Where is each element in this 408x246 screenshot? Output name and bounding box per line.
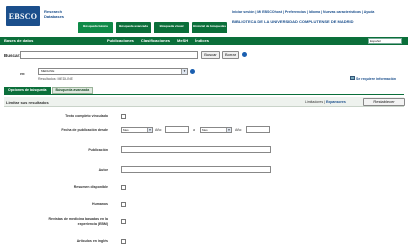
to-year-input[interactable] bbox=[246, 126, 270, 133]
language-select-value: Español bbox=[370, 39, 381, 43]
tab-search-history[interactable]: Historial de búsquedas bbox=[192, 22, 227, 33]
logo-text: EBSCO bbox=[8, 11, 38, 21]
publication-input[interactable] bbox=[121, 146, 271, 153]
field-author: Autor bbox=[4, 166, 404, 175]
database-info: Resultados: MEDLINE bbox=[38, 77, 74, 81]
field-humans: Humanos bbox=[4, 201, 404, 209]
ebsco-logo[interactable]: EBSCO bbox=[6, 6, 40, 26]
field-label: Revistas de medicina basadas en la exper… bbox=[48, 217, 108, 226]
from-year-input[interactable] bbox=[165, 126, 189, 133]
field-ebm: Revistas de medicina basadas en la exper… bbox=[4, 216, 404, 228]
search-subtabs: Opciones de búsqueda Búsqueda avanzada bbox=[4, 87, 94, 94]
reset-button[interactable]: Restablecer bbox=[363, 98, 405, 106]
tab-basic-search[interactable]: Búsqueda básica bbox=[78, 22, 113, 33]
to-month-select[interactable]: Mes ▼ bbox=[200, 127, 232, 133]
tab-advanced-search[interactable]: Búsqueda avanzada bbox=[116, 22, 151, 33]
field-label: Resumen disponible bbox=[73, 185, 108, 189]
field-label: Fecha de publicación desde bbox=[61, 128, 108, 132]
ebm-checkbox[interactable] bbox=[121, 219, 126, 224]
field-full-text: Texto completo vinculado bbox=[4, 113, 404, 121]
field-label: Artículos en inglés bbox=[76, 239, 108, 243]
field-label: Texto completo vinculado bbox=[65, 114, 108, 118]
databases-link[interactable]: Bases de datos bbox=[4, 38, 33, 43]
help-icon[interactable] bbox=[242, 52, 247, 57]
database-help-icon[interactable] bbox=[190, 69, 195, 74]
indexes-link[interactable]: Índices bbox=[195, 38, 209, 43]
mesh-link[interactable]: MeSH bbox=[177, 38, 188, 43]
search-label: Buscar: bbox=[4, 53, 21, 58]
clear-button[interactable]: Borrar bbox=[222, 51, 239, 59]
field-label: Humanos bbox=[92, 202, 108, 206]
field-label: Publicación bbox=[88, 148, 108, 152]
field-publication: Publicación bbox=[4, 146, 404, 155]
search-row: Buscar: Buscar Borrar bbox=[4, 51, 404, 59]
author-input[interactable] bbox=[121, 166, 271, 173]
info-required-link[interactable]: Se requiere información bbox=[356, 77, 396, 81]
from-month-value: Mes bbox=[123, 128, 129, 132]
database-label: en: bbox=[20, 72, 26, 76]
field-english: Artículos en inglés bbox=[4, 238, 404, 246]
folder-icon bbox=[350, 76, 355, 80]
toolbar-links: Publicaciones Clasificaciones MeSH Índic… bbox=[107, 38, 209, 43]
limiters-text: Limitadores | bbox=[305, 100, 325, 104]
secondary-toolbar: Bases de datos Publicaciones Clasificaci… bbox=[0, 37, 408, 45]
expanders-link[interactable]: Expansores bbox=[326, 100, 346, 104]
language-select[interactable]: Español bbox=[368, 38, 402, 44]
tab-divider bbox=[4, 94, 404, 95]
publications-link[interactable]: Publicaciones bbox=[107, 38, 134, 43]
search-button[interactable]: Buscar bbox=[201, 51, 220, 59]
chevron-down-icon: ▼ bbox=[147, 128, 152, 132]
from-year-label: Año: bbox=[155, 128, 163, 132]
from-month-select[interactable]: Mes ▼ bbox=[121, 127, 153, 133]
field-pub-date: Fecha de publicación desde Mes ▼ Año: a … bbox=[4, 126, 404, 135]
to-label: a bbox=[193, 128, 195, 132]
full-text-checkbox[interactable] bbox=[121, 114, 126, 119]
field-label: Autor bbox=[98, 168, 108, 172]
field-abstract: Resumen disponible bbox=[4, 184, 404, 192]
limiters-title: Limitar sus resultados bbox=[6, 100, 49, 105]
tab-visual-search[interactable]: Búsqueda visual bbox=[154, 22, 189, 33]
chevron-down-icon: ▼ bbox=[226, 128, 231, 132]
limiters-nav: Limitadores | Expansores bbox=[305, 100, 346, 104]
institution-name: BIBLIOTECA DE LA UNIVERSIDAD COMPLUTENSE… bbox=[232, 19, 354, 24]
limiters-header: Limitar sus resultados Limitadores | Exp… bbox=[4, 97, 405, 107]
database-select[interactable]: MEDLINE ▼ bbox=[38, 68, 188, 75]
app-header: EBSCO Research Databases Búsqueda básica… bbox=[0, 0, 408, 36]
main-nav-tabs: Búsqueda básica Búsqueda avanzada Búsque… bbox=[78, 22, 227, 33]
top-links[interactable]: Iniciar sesión | Mi EBSCOhost | Preferen… bbox=[232, 10, 374, 14]
chevron-down-icon: ▼ bbox=[181, 69, 187, 74]
abstract-checkbox[interactable] bbox=[121, 185, 126, 190]
database-row: en: MEDLINE ▼ Resultados: MEDLINE Se req… bbox=[4, 66, 404, 81]
to-month-value: Mes bbox=[202, 128, 208, 132]
tab-search-options[interactable]: Opciones de búsqueda bbox=[4, 87, 51, 94]
to-year-label: Año: bbox=[235, 128, 243, 132]
logo-subtitle: Research Databases bbox=[44, 9, 64, 19]
english-checkbox[interactable] bbox=[121, 239, 126, 244]
humans-checkbox[interactable] bbox=[121, 202, 126, 207]
classifications-link[interactable]: Clasificaciones bbox=[141, 38, 170, 43]
tab-advanced[interactable]: Búsqueda avanzada bbox=[51, 87, 94, 94]
logo-sub-line-2: Databases bbox=[44, 14, 65, 19]
search-input[interactable] bbox=[20, 51, 198, 59]
database-select-value: MEDLINE bbox=[41, 69, 55, 73]
